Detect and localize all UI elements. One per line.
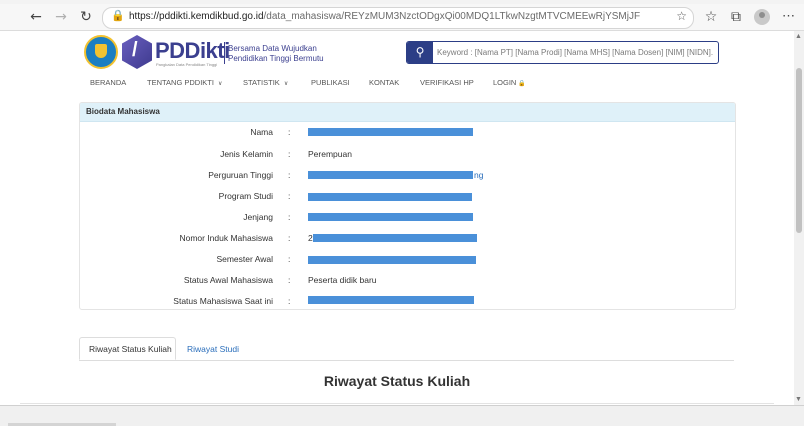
scroll-up-icon[interactable]: ▲: [795, 33, 802, 40]
section-divider: [20, 403, 774, 404]
colon: :: [288, 233, 291, 243]
nav-kontak[interactable]: KONTAK: [369, 78, 399, 87]
redaction-bar: [313, 234, 477, 242]
tab-riwayat-studi[interactable]: Riwayat Studi: [187, 344, 239, 354]
colon: :: [288, 191, 291, 201]
back-icon[interactable]: ←: [27, 8, 45, 26]
label-perguruan-tinggi: Perguruan Tinggi: [208, 170, 273, 180]
scroll-down-icon[interactable]: ▼: [795, 396, 802, 403]
kemdikbud-logo[interactable]: [84, 35, 118, 69]
panel-header: Biodata Mahasiswa: [80, 103, 735, 122]
browser-toolbar: ← → ↻ 🔒 https://pddikti.kemdikbud.go.id/…: [0, 4, 804, 31]
nav-login[interactable]: LOGIN 🔒: [493, 78, 526, 87]
profile-icon[interactable]: [754, 9, 770, 25]
value-perguruan-tinggi-link[interactable]: ng: [474, 170, 483, 180]
favorites-icon[interactable]: ☆: [702, 8, 720, 26]
nav-verifikasi-hp[interactable]: VERIFIKASI HP: [420, 78, 474, 87]
refresh-icon[interactable]: ↻: [77, 8, 95, 26]
redaction-bar: [308, 296, 474, 304]
nav-statistik-label: STATISTIK: [243, 78, 280, 87]
redaction-bar: [308, 171, 473, 179]
label-status-saat-ini: Status Mahasiswa Saat ini: [173, 296, 273, 306]
colon: :: [288, 275, 291, 285]
section-title: Riwayat Status Kuliah: [323, 373, 471, 389]
label-jenjang: Jenjang: [243, 212, 273, 222]
value-jenis-kelamin: Perempuan: [308, 149, 352, 159]
brand-subtitle: Pangkalan Data Pendidikan Tinggi: [156, 62, 218, 67]
search-box: ⚲: [406, 41, 719, 64]
label-nama: Nama: [250, 127, 273, 137]
nav-login-label: LOGIN: [493, 78, 517, 87]
redaction-bar: [308, 213, 473, 221]
chevron-down-icon: ∨: [283, 81, 289, 87]
colon: :: [288, 254, 291, 264]
pddikti-logo-icon[interactable]: [122, 35, 152, 69]
panel-title: Biodata Mahasiswa: [86, 107, 160, 116]
brand-divider: [224, 42, 225, 64]
biodata-panel: Biodata Mahasiswa Nama : Jenis Kelamin :…: [79, 102, 736, 310]
tab-riwayat-status-kuliah-label[interactable]: Riwayat Status Kuliah: [89, 344, 172, 354]
lock-icon[interactable]: 🔒: [111, 9, 125, 22]
vertical-scrollbar[interactable]: ▲ ▼: [794, 31, 804, 405]
address-bar[interactable]: 🔒 https://pddikti.kemdikbud.go.id/data_m…: [102, 7, 694, 29]
tagline-line-1: Bersama Data Wujudkan: [228, 44, 317, 53]
tagline-line-2: Pendidikan Tinggi Bermutu: [228, 54, 324, 63]
lock-icon: 🔒: [518, 80, 526, 87]
nav-tentang[interactable]: TENTANG PDDIKTI ∨: [147, 78, 222, 87]
colon: :: [288, 212, 291, 222]
label-semester-awal: Semester Awal: [216, 254, 273, 264]
more-icon[interactable]: ⋯: [782, 8, 795, 24]
nav-beranda[interactable]: BERANDA: [90, 78, 126, 87]
nav-tentang-label: TENTANG PDDIKTI: [147, 78, 214, 87]
label-jenis-kelamin: Jenis Kelamin: [220, 149, 273, 159]
redaction-bar: [308, 128, 473, 136]
label-nim: Nomor Induk Mahasiswa: [179, 233, 273, 243]
star-icon[interactable]: ☆: [676, 9, 687, 23]
nav-statistik[interactable]: STATISTIK ∨: [243, 78, 288, 87]
forward-icon[interactable]: →: [52, 8, 70, 26]
nav-publikasi[interactable]: PUBLIKASI: [311, 78, 350, 87]
colon: :: [288, 296, 291, 306]
search-icon[interactable]: ⚲: [407, 42, 433, 63]
label-program-studi: Program Studi: [218, 191, 273, 201]
tabs-divider: [79, 360, 734, 361]
label-status-awal: Status Awal Mahasiswa: [183, 275, 273, 285]
brand-name[interactable]: PDDikti: [155, 38, 230, 64]
window-status-bar: [0, 405, 804, 426]
redaction-bar: [308, 193, 472, 201]
page-viewport: PDDikti Pangkalan Data Pendidikan Tinggi…: [0, 31, 794, 405]
colon: :: [288, 170, 291, 180]
colon: :: [288, 149, 291, 159]
search-input[interactable]: [437, 42, 715, 63]
redaction-bar: [308, 256, 476, 264]
colon: :: [288, 127, 291, 137]
collections-icon[interactable]: ⧉: [727, 8, 745, 26]
chevron-down-icon: ∨: [217, 81, 223, 87]
value-status-awal: Peserta didik baru: [308, 275, 377, 285]
scrollbar-thumb[interactable]: [796, 68, 802, 233]
url-text[interactable]: https://pddikti.kemdikbud.go.id/data_mah…: [129, 11, 640, 22]
